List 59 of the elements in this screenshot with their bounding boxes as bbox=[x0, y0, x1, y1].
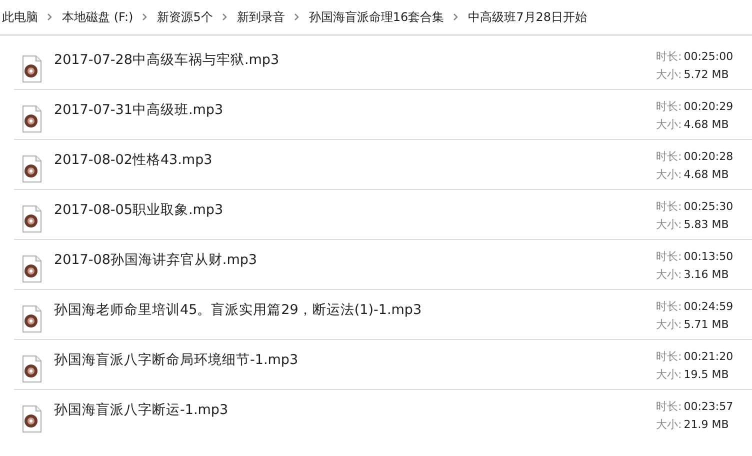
audio-file-icon bbox=[20, 354, 44, 382]
duration-value: 00:25:30 bbox=[684, 200, 734, 212]
audio-file-icon bbox=[20, 405, 44, 433]
audio-file-icon bbox=[20, 254, 44, 282]
file-name[interactable]: 2017-07-28中高级车祸与牢狱.mp3 bbox=[54, 50, 656, 70]
duration-label: 时长: bbox=[656, 400, 682, 413]
duration-value: 00:20:28 bbox=[684, 150, 734, 162]
size-value: 21.9 MB bbox=[684, 418, 729, 431]
size-value: 4.68 MB bbox=[684, 168, 729, 180]
size-value: 3.16 MB bbox=[684, 268, 729, 280]
duration-label: 时长: bbox=[656, 150, 682, 162]
size-label: 大小: bbox=[656, 418, 682, 431]
breadcrumb-item[interactable]: 此电脑 bbox=[2, 8, 38, 26]
size-label: 大小: bbox=[656, 268, 682, 280]
duration-value: 00:25:00 bbox=[684, 50, 734, 62]
audio-file-icon bbox=[20, 304, 44, 332]
size-value: 4.68 MB bbox=[684, 118, 729, 130]
chevron-icon bbox=[142, 13, 148, 21]
size-value: 5.72 MB bbox=[684, 68, 729, 80]
breadcrumb-item[interactable]: 中高级班7月28日开始 bbox=[468, 8, 588, 26]
chevron-icon bbox=[222, 13, 228, 21]
duration-label: 时长: bbox=[656, 350, 682, 362]
breadcrumb-item[interactable]: 新资源5个 bbox=[157, 8, 213, 26]
duration-value: 00:20:29 bbox=[684, 100, 734, 112]
chevron-icon bbox=[294, 13, 300, 21]
duration-value: 00:23:57 bbox=[684, 400, 734, 413]
breadcrumb-item[interactable]: 孙国海盲派命理16套合集 bbox=[308, 8, 444, 26]
file-name[interactable]: 2017-08孙国海讲弃官从财.mp3 bbox=[54, 250, 656, 270]
audio-file-icon bbox=[20, 104, 44, 132]
chevron-icon bbox=[453, 13, 460, 21]
size-label: 大小: bbox=[656, 218, 682, 230]
file-name[interactable]: 2017-08-02性格43.mp3 bbox=[54, 150, 656, 170]
size-value: 19.5 MB bbox=[684, 368, 729, 380]
file-name[interactable]: 孙国海老师命里培训45。盲派实用篇29，断运法(1)-1.mp3 bbox=[54, 300, 656, 320]
breadcrumb-item[interactable]: 新到录音 bbox=[236, 8, 285, 26]
size-value: 5.71 MB bbox=[684, 318, 729, 330]
size-label: 大小: bbox=[656, 368, 682, 380]
file-name[interactable]: 孙国海盲派八字断命局环境细节-1.mp3 bbox=[54, 350, 656, 370]
duration-label: 时长: bbox=[656, 200, 682, 212]
size-label: 大小: bbox=[656, 68, 682, 80]
size-label: 大小: bbox=[656, 118, 682, 130]
duration-value: 00:21:20 bbox=[684, 350, 734, 362]
file-name[interactable]: 2017-08-05职业取象.mp3 bbox=[54, 200, 656, 220]
breadcrumb-item[interactable]: 本地磁盘 (F:) bbox=[62, 8, 134, 26]
size-label: 大小: bbox=[656, 318, 682, 330]
chevron-icon bbox=[47, 13, 53, 21]
duration-label: 时长: bbox=[656, 250, 682, 262]
audio-file-icon bbox=[20, 54, 44, 82]
duration-value: 00:24:59 bbox=[684, 300, 734, 312]
file-name[interactable]: 孙国海盲派八字断运-1.mp3 bbox=[54, 400, 656, 420]
audio-file-icon bbox=[20, 154, 44, 182]
size-value: 5.83 MB bbox=[684, 218, 729, 230]
duration-value: 00:13:50 bbox=[684, 250, 734, 262]
duration-label: 时长: bbox=[656, 300, 682, 312]
duration-label: 时长: bbox=[656, 50, 682, 62]
audio-file-icon bbox=[20, 204, 44, 232]
size-label: 大小: bbox=[656, 168, 682, 180]
file-name[interactable]: 2017-07-31中高级班.mp3 bbox=[54, 100, 656, 120]
duration-label: 时长: bbox=[656, 100, 682, 112]
